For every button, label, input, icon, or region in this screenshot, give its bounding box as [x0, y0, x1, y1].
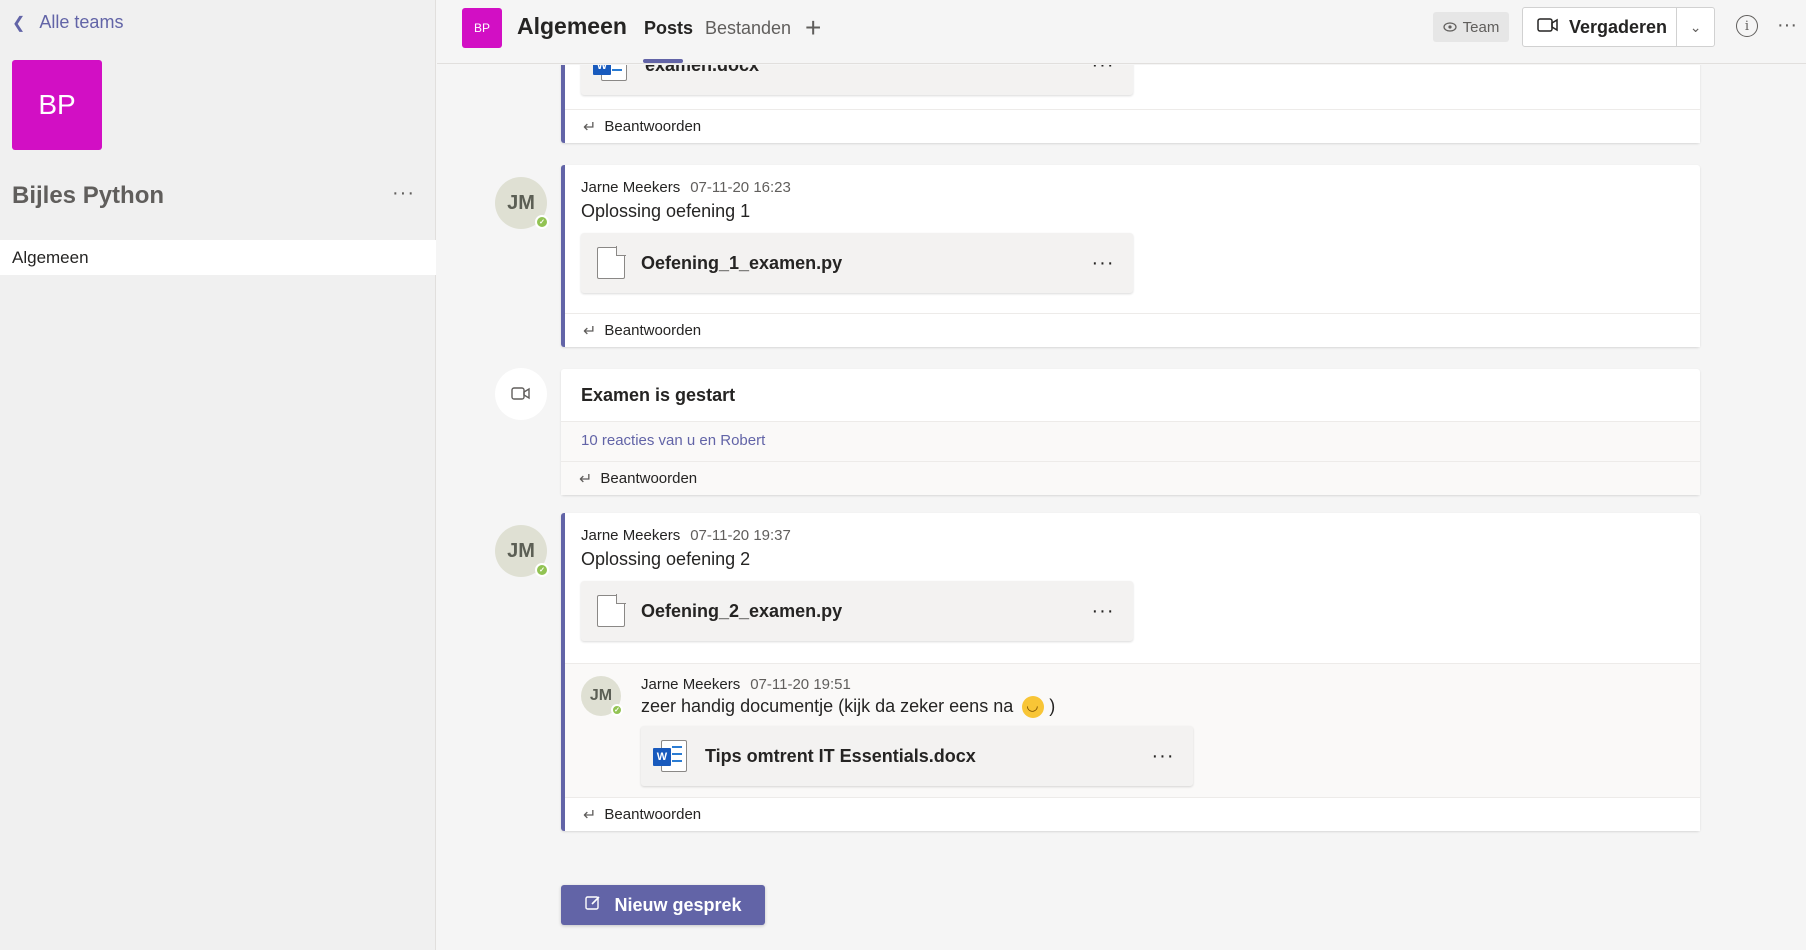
avatar[interactable]: JM ✓ — [581, 676, 623, 716]
post-timestamp: 07-11-20 16:23 — [690, 179, 791, 196]
meet-label: Vergaderen — [1569, 16, 1668, 37]
post-card: W examen.docx ··· ↵ Beantwoorden — [561, 65, 1700, 143]
reply-arrow-icon: ↵ — [583, 118, 597, 136]
file-name: Oefening_2_examen.py — [641, 600, 843, 621]
chevron-down-icon[interactable]: ⌄ — [1677, 19, 1714, 36]
reply-button[interactable]: ↵ Beantwoorden — [565, 797, 1700, 831]
new-conversation-button[interactable]: Nieuw gesprek — [561, 885, 765, 925]
compose-icon — [584, 894, 602, 917]
reactions-link[interactable]: 10 reacties van u en Robert — [581, 432, 765, 449]
avatar-initials: JM — [589, 687, 613, 704]
author-name[interactable]: Jarne Meekers — [581, 179, 680, 196]
team-visibility-badge: Team — [1433, 12, 1509, 42]
channel-item-algemeen[interactable]: Algemeen — [0, 240, 436, 275]
reply-text: zeer handig documentje (kijk da zeker ee… — [641, 696, 1056, 719]
file-attachment[interactable]: Oefening_2_examen.py ··· — [581, 581, 1133, 641]
author-name[interactable]: Jarne Meekers — [581, 527, 680, 544]
file-more-icon[interactable]: ··· — [1073, 252, 1133, 275]
reply-label: Beantwoorden — [600, 470, 698, 487]
chevron-left-icon: ❮ — [12, 14, 26, 32]
add-tab-icon[interactable]: + — [805, 12, 821, 44]
team-avatar: BP — [12, 60, 102, 150]
avatar[interactable]: JM ✓ — [495, 177, 549, 229]
message-text: Oplossing oefening 1 — [581, 201, 751, 221]
team-badge-label: Team — [1462, 18, 1500, 36]
back-label: Alle teams — [39, 12, 124, 32]
more-options-icon[interactable]: ··· — [1777, 14, 1797, 37]
reply-thread: JM ✓ Jarne Meekers 07-11-20 19:51 zeer ha… — [565, 663, 1700, 797]
reply-meta: Jarne Meekers 07-11-20 19:51 — [641, 676, 851, 693]
back-to-teams-link[interactable]: ❮ Alle teams — [12, 12, 123, 33]
file-attachment[interactable]: Oefening_1_examen.py ··· — [581, 233, 1133, 293]
presence-available-icon: ✓ — [535, 563, 549, 577]
reply-label: Beantwoorden — [604, 322, 702, 339]
reply-arrow-icon: ↵ — [583, 322, 597, 340]
post-card: Jarne Meekers 07-11-20 19:37 Oplossing oe… — [561, 513, 1700, 831]
meet-button[interactable]: Vergaderen ⌄ — [1522, 7, 1715, 47]
presence-available-icon: ✓ — [535, 215, 549, 229]
word-file-icon: W — [593, 65, 629, 81]
video-camera-icon — [1537, 16, 1559, 39]
reply-label: Beantwoorden — [604, 806, 702, 823]
file-name: Tips omtrent IT Essentials.docx — [705, 745, 976, 766]
file-attachment[interactable]: W examen.docx ··· — [581, 65, 1133, 95]
team-name: Bijles Python — [12, 182, 165, 209]
file-attachment[interactable]: W Tips omtrent IT Essentials.docx ··· — [641, 726, 1193, 786]
avatar-initials: JM — [507, 191, 535, 214]
channel-title: Algemeen — [517, 13, 627, 39]
reply-button[interactable]: ↵ Beantwoorden — [565, 313, 1700, 347]
avatar-initials: JM — [507, 539, 535, 562]
word-file-icon: W — [653, 740, 689, 772]
sidebar: ❮ Alle teams BP Bijles Python ··· Algeme… — [0, 0, 436, 950]
meet-now-button[interactable]: Vergaderen — [1523, 8, 1678, 46]
eye-icon — [1443, 19, 1457, 36]
file-name: Oefening_1_examen.py — [641, 252, 843, 273]
reply-button[interactable]: ↵ Beantwoorden — [565, 109, 1700, 143]
post-card: Jarne Meekers 07-11-20 16:23 Oplossing oe… — [561, 165, 1700, 347]
avatar[interactable]: JM ✓ — [495, 525, 549, 577]
meeting-title: Examen is gestart — [581, 385, 736, 405]
reply-arrow-icon: ↵ — [579, 470, 593, 488]
file-name: examen.docx — [645, 65, 1073, 76]
tab-bestanden[interactable]: Bestanden — [705, 18, 791, 39]
active-tab-indicator — [643, 59, 683, 63]
message-text: Oplossing oefening 2 — [581, 549, 751, 569]
post-meta: Jarne Meekers 07-11-20 16:23 — [581, 179, 791, 196]
meeting-event-icon — [495, 368, 547, 420]
file-more-icon[interactable]: ··· — [1073, 65, 1133, 77]
tab-posts[interactable]: Posts — [644, 18, 693, 39]
team-more-options-icon[interactable]: ··· — [392, 182, 415, 205]
reply-text-body: zeer handig documentje (kijk da zeker ee… — [641, 696, 1014, 716]
file-icon — [597, 594, 626, 627]
file-more-icon[interactable]: ··· — [1133, 745, 1193, 768]
file-more-icon[interactable]: ··· — [1073, 600, 1133, 623]
channel-header: BP Algemeen Posts Bestanden + Team Verga… — [437, 0, 1806, 64]
author-name[interactable]: Jarne Meekers — [641, 676, 740, 693]
channel-avatar: BP — [462, 8, 502, 48]
meeting-card: Examen is gestart 10 reacties van u en R… — [561, 369, 1700, 495]
reply-timestamp: 07-11-20 19:51 — [750, 676, 851, 693]
reply-text-end: ) — [1049, 696, 1056, 716]
file-icon — [597, 246, 626, 279]
post-timestamp: 07-11-20 19:37 — [690, 527, 791, 544]
reactions-bar: 10 reacties van u en Robert — [561, 421, 1700, 461]
reply-arrow-icon: ↵ — [583, 806, 597, 824]
smiley-emoji-icon — [1022, 696, 1045, 719]
presence-available-icon: ✓ — [611, 704, 623, 716]
info-icon[interactable]: i — [1736, 15, 1758, 37]
new-conversation-label: Nieuw gesprek — [614, 894, 742, 915]
posts-feed: W examen.docx ··· ↵ Beantwoorden JM ✓ Ja… — [437, 65, 1806, 950]
reply-button[interactable]: ↵ Beantwoorden — [561, 461, 1700, 495]
post-meta: Jarne Meekers 07-11-20 19:37 — [581, 527, 791, 544]
reply-label: Beantwoorden — [604, 118, 702, 135]
